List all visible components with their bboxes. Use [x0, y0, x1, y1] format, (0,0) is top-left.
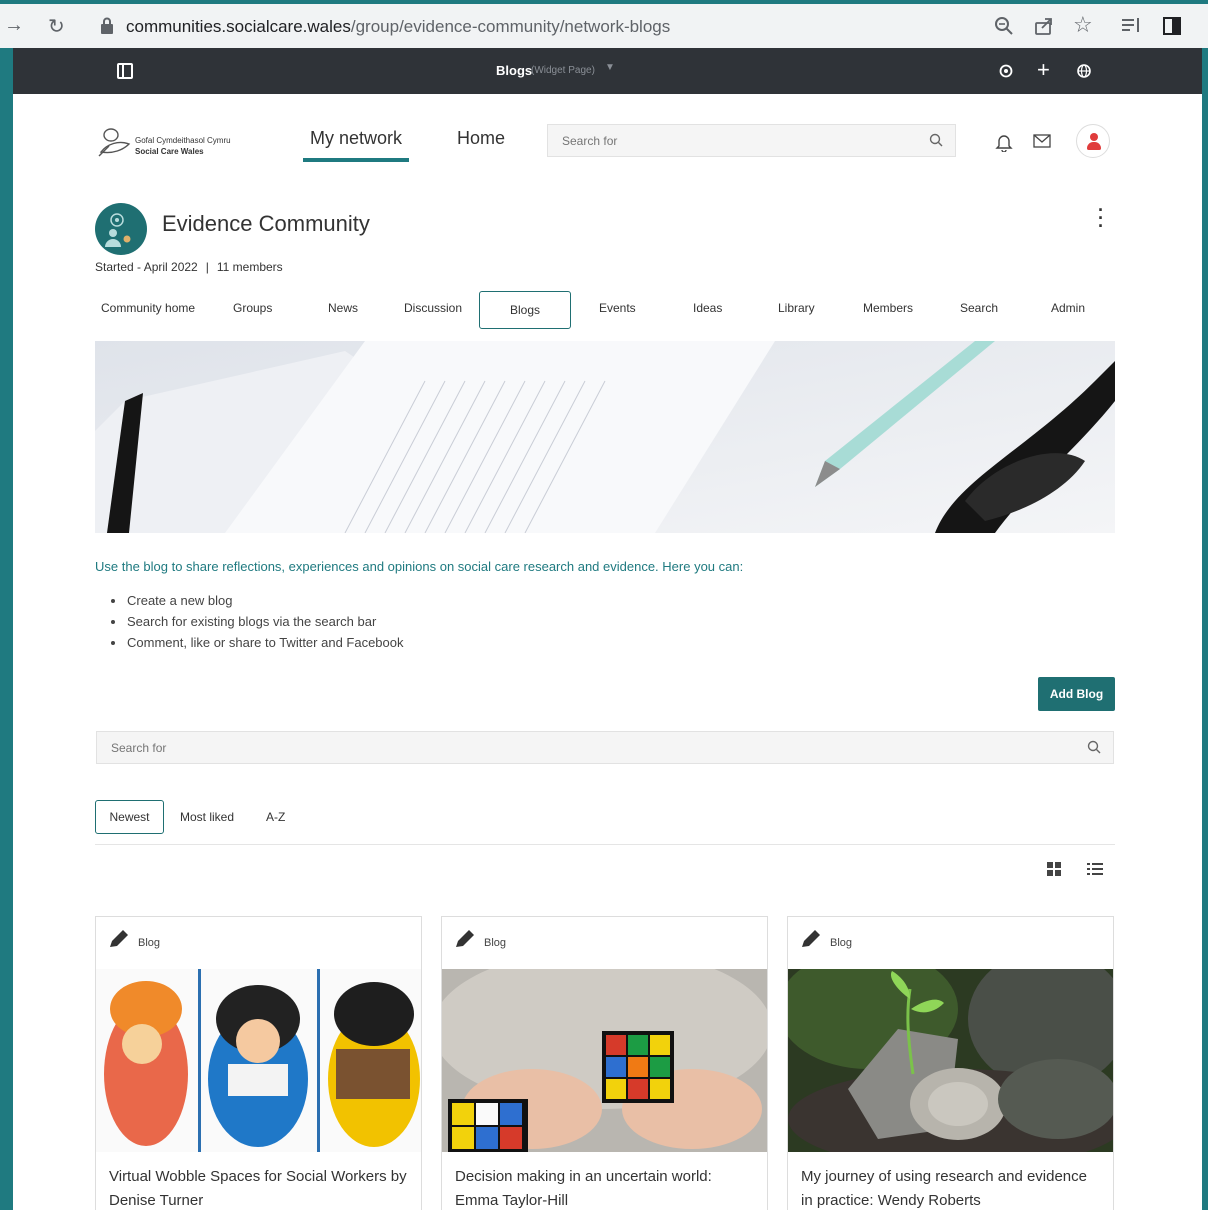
- sort-most-liked[interactable]: Most liked: [180, 810, 234, 824]
- add-blog-button[interactable]: Add Blog: [1038, 677, 1115, 711]
- url-text: communities.socialcare.wales/group/evide…: [126, 17, 671, 36]
- notification-bell-icon[interactable]: [995, 132, 1013, 152]
- logo-text: Gofal Cymdeithasol Cymru Social Care Wal…: [135, 136, 231, 156]
- divider: [95, 844, 1115, 845]
- search-icon[interactable]: [1087, 740, 1101, 754]
- widget-page-subtitle: (Widget Page): [531, 65, 595, 76]
- community-logo-icon: [105, 213, 131, 247]
- grid-view-icon[interactable]: [1047, 862, 1061, 876]
- mail-icon[interactable]: [1033, 134, 1051, 148]
- logo-mark-icon: [98, 128, 131, 157]
- browser-toolbar: → ↻ communities.socialcare.wales/group/e…: [0, 4, 1208, 48]
- tab-events[interactable]: Events: [599, 301, 636, 315]
- admin-bar: Blogs (Widget Page) ▼ +: [13, 48, 1202, 94]
- list-view-icon[interactable]: [1087, 862, 1103, 876]
- blog-card-title[interactable]: Virtual Wobble Spaces for Social Workers…: [109, 1165, 409, 1210]
- blog-card-image: [96, 969, 421, 1152]
- settings-icon[interactable]: [998, 63, 1014, 79]
- blog-card-title[interactable]: My journey of using research and evidenc…: [801, 1165, 1101, 1210]
- site-search[interactable]: [547, 124, 956, 157]
- side-panel-icon[interactable]: [1162, 16, 1182, 36]
- sort-a-z[interactable]: A-Z: [266, 810, 285, 824]
- pencil-icon: [802, 930, 820, 947]
- user-avatar-icon[interactable]: [1076, 124, 1110, 158]
- tab-news[interactable]: News: [328, 301, 358, 315]
- community-meta: Started - April 2022 | 11 members: [95, 260, 283, 274]
- page-viewport: Blogs (Widget Page) ▼ + Gofal Cymdeithas…: [13, 48, 1202, 1210]
- blog-feature-list: Create a new blog Search for existing bl…: [111, 593, 404, 656]
- browser-chrome: → ↻ communities.socialcare.wales/group/e…: [0, 0, 1208, 48]
- community-title: Evidence Community: [162, 211, 370, 236]
- forward-icon[interactable]: →: [4, 14, 24, 37]
- pencil-icon: [110, 930, 128, 947]
- list-item: Comment, like or share to Twitter and Fa…: [111, 635, 404, 656]
- reload-icon[interactable]: ↻: [48, 14, 65, 39]
- zoom-icon[interactable]: [994, 16, 1014, 36]
- pencil-icon: [456, 930, 474, 947]
- list-item: Create a new blog: [111, 593, 404, 614]
- add-icon[interactable]: +: [1037, 57, 1050, 83]
- chevron-down-icon[interactable]: ▼: [605, 62, 615, 73]
- bookmark-star-icon[interactable]: ☆: [1073, 12, 1093, 38]
- reading-list-icon[interactable]: [1120, 16, 1142, 36]
- list-item: Search for existing blogs via the search…: [111, 614, 404, 635]
- tab-members[interactable]: Members: [863, 301, 913, 315]
- blog-card-image: [788, 969, 1113, 1152]
- tab-ideas[interactable]: Ideas: [693, 301, 722, 315]
- share-icon[interactable]: [1034, 16, 1054, 36]
- blog-card[interactable]: Blog My journey of using research and ev…: [787, 916, 1114, 1210]
- address-bar[interactable]: communities.socialcare.wales/group/evide…: [88, 11, 1108, 43]
- tab-search[interactable]: Search: [960, 301, 998, 315]
- nav-home[interactable]: Home: [457, 128, 505, 149]
- blog-card[interactable]: Blog Decision making in an uncertain wor…: [441, 916, 768, 1210]
- tab-library[interactable]: Library: [778, 301, 815, 315]
- lock-icon: [101, 17, 113, 34]
- search-icon[interactable]: [929, 133, 943, 147]
- blog-banner-image: [95, 341, 1115, 533]
- site-logo[interactable]: Gofal Cymdeithasol Cymru Social Care Wal…: [97, 122, 257, 162]
- blog-search-input[interactable]: [97, 732, 1113, 763]
- more-options-icon[interactable]: · · ·: [1098, 201, 1104, 235]
- widget-page-title[interactable]: Blogs: [496, 63, 532, 78]
- blog-card-image: [442, 969, 767, 1152]
- tab-blogs[interactable]: Blogs: [479, 291, 572, 329]
- blog-search[interactable]: [96, 731, 1114, 764]
- sidebar-toggle-icon[interactable]: [117, 63, 133, 79]
- community-avatar: [95, 203, 147, 255]
- globe-icon[interactable]: [1076, 63, 1092, 79]
- tab-community-home[interactable]: Community home: [101, 301, 195, 315]
- sort-newest[interactable]: Newest: [95, 800, 164, 834]
- tab-admin[interactable]: Admin: [1051, 301, 1085, 315]
- nav-my-network[interactable]: My network: [302, 128, 410, 162]
- tab-discussion[interactable]: Discussion: [404, 301, 462, 315]
- blog-card-title[interactable]: Decision making in an uncertain world: E…: [455, 1165, 755, 1210]
- blog-card[interactable]: Blog Virtual Wobble Spaces for Social Wo…: [95, 916, 422, 1210]
- community-started: Started - April 2022: [95, 260, 198, 274]
- blog-intro-text: Use the blog to share reflections, exper…: [95, 559, 744, 574]
- site-search-input[interactable]: [548, 125, 955, 156]
- tab-groups[interactable]: Groups: [233, 301, 272, 315]
- community-members: 11 members: [216, 260, 283, 274]
